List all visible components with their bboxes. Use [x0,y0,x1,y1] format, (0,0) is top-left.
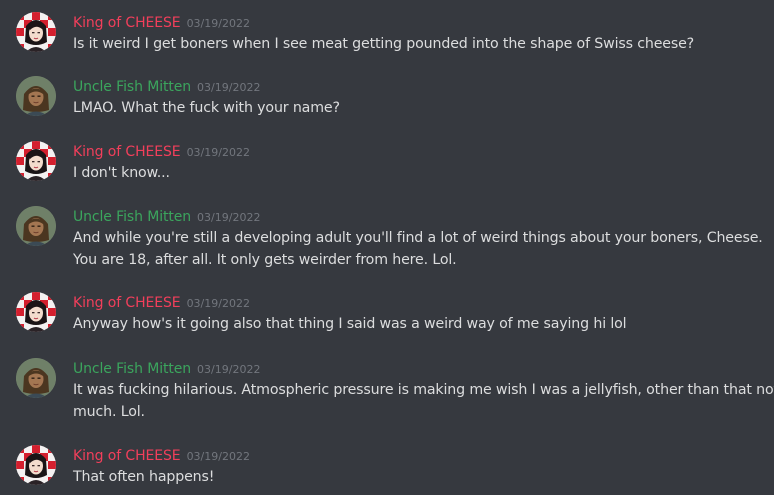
message-header: Uncle Fish Mitten 03/19/2022 [73,358,260,378]
message-header: King of CHEESE 03/19/2022 [73,292,250,312]
author-name[interactable]: King of CHEESE [73,144,181,160]
message-text-line: I don't know... [73,165,170,181]
message-header: King of CHEESE 03/19/2022 [73,12,250,32]
message-header: King of CHEESE 03/19/2022 [73,445,250,465]
chat-message-list: King of CHEESE 03/19/2022 Is it weird I g… [0,0,774,495]
author-name[interactable]: Uncle Fish Mitten [73,361,191,377]
message-content: Anyway how's it going also that thing I … [73,313,763,335]
user-avatar[interactable] [16,358,56,398]
message-timestamp: 03/19/2022 [186,146,250,159]
message-text-line: Is it weird I get boners when I see meat… [73,36,695,52]
message-timestamp: 03/19/2022 [186,17,250,30]
king-of-cheese-avatar-icon [16,445,56,485]
user-avatar[interactable] [16,445,56,485]
message-header: King of CHEESE 03/19/2022 [73,141,250,161]
author-name[interactable]: King of CHEESE [73,15,181,31]
message-text-line: much. Lol. [73,404,145,420]
author-name[interactable]: Uncle Fish Mitten [73,209,191,225]
author-name[interactable]: Uncle Fish Mitten [73,79,191,95]
uncle-fish-mitten-avatar-icon [16,206,56,246]
message-content: Is it weird I get boners when I see meat… [73,33,763,55]
author-name[interactable]: King of CHEESE [73,448,181,464]
message-text-line: LMAO. What the fuck with your name? [73,100,340,116]
message-timestamp: 03/19/2022 [186,450,250,463]
message-content: I don't know... [73,162,763,184]
uncle-fish-mitten-avatar-icon [16,76,56,116]
message-text-line: It was fucking hilarious. Atmospheric pr… [73,382,774,398]
message-content: It was fucking hilarious. Atmospheric pr… [73,379,774,423]
message-header: Uncle Fish Mitten 03/19/2022 [73,206,260,226]
message-header: Uncle Fish Mitten 03/19/2022 [73,76,260,96]
user-avatar[interactable] [16,12,56,52]
user-avatar[interactable] [16,141,56,181]
message-content: That often happens! [73,466,763,488]
king-of-cheese-avatar-icon [16,12,56,52]
king-of-cheese-avatar-icon [16,292,56,332]
message-content: And while you're still a developing adul… [73,227,763,271]
message-content: LMAO. What the fuck with your name? [73,97,763,119]
message-timestamp: 03/19/2022 [197,81,261,94]
author-name[interactable]: King of CHEESE [73,295,181,311]
user-avatar[interactable] [16,206,56,246]
message-timestamp: 03/19/2022 [197,211,261,224]
message-text-line: That often happens! [73,469,215,485]
user-avatar[interactable] [16,76,56,116]
uncle-fish-mitten-avatar-icon [16,358,56,398]
user-avatar[interactable] [16,292,56,332]
message-timestamp: 03/19/2022 [197,363,261,376]
message-timestamp: 03/19/2022 [186,297,250,310]
message-text-line: And while you're still a developing adul… [73,230,763,246]
message-text-line: You are 18, after all. It only gets weir… [73,252,457,268]
message-text-line: Anyway how's it going also that thing I … [73,316,627,332]
king-of-cheese-avatar-icon [16,141,56,181]
